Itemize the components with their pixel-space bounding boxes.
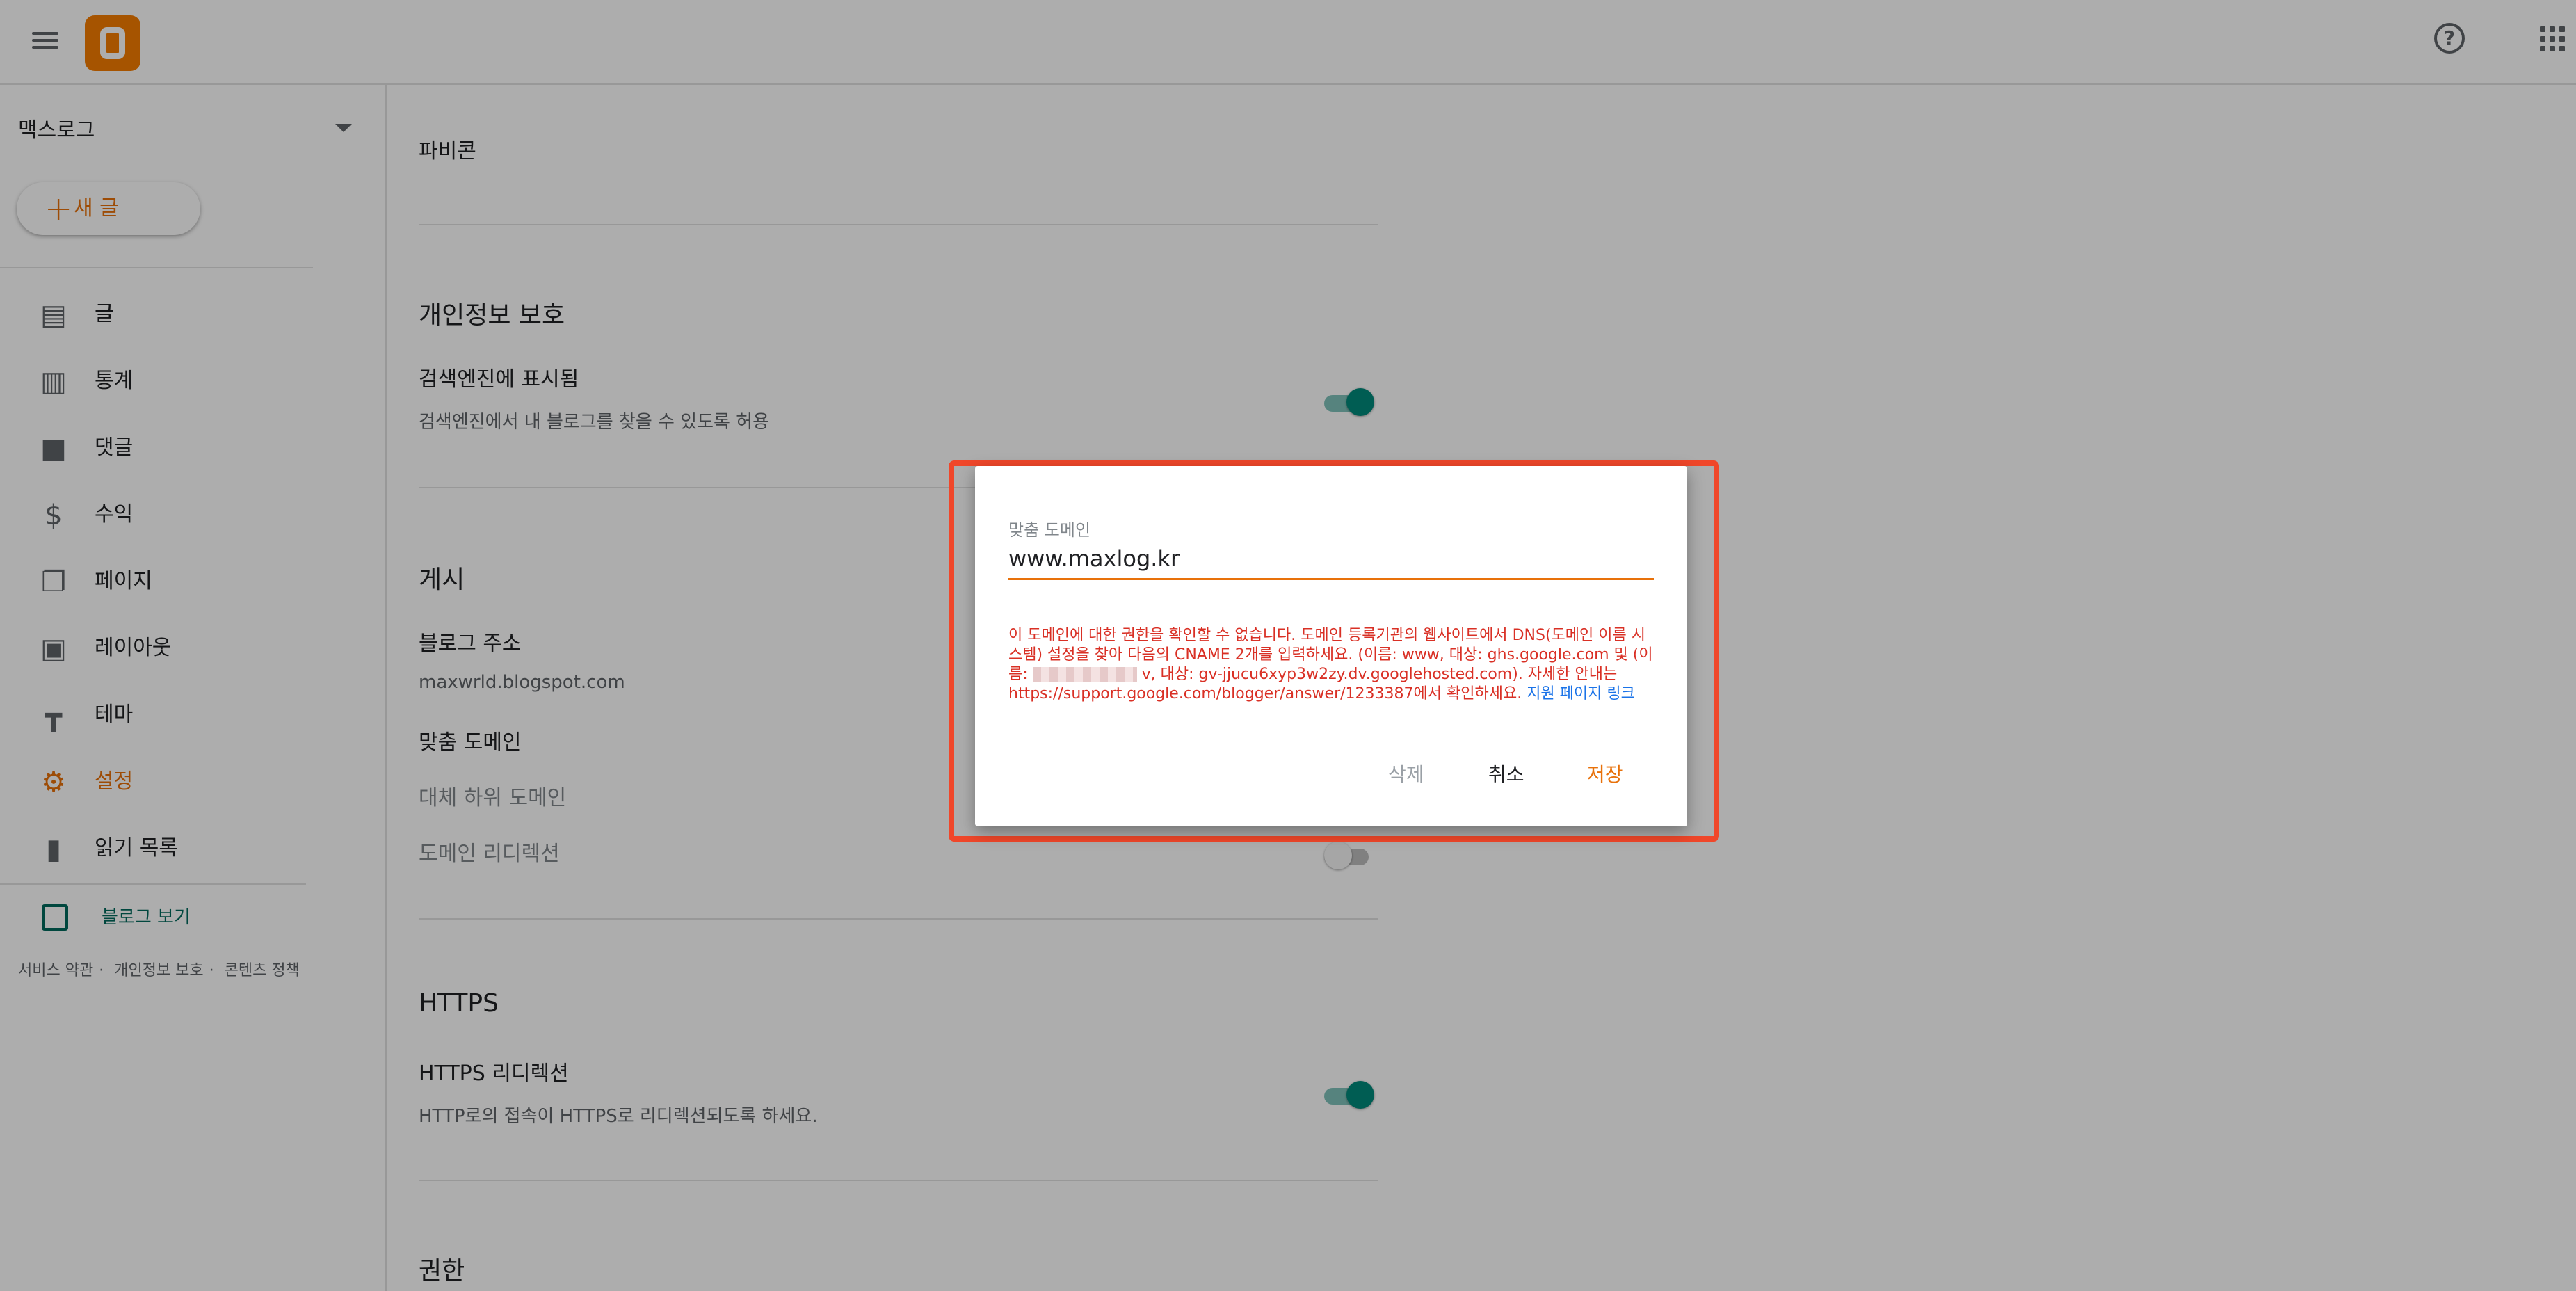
delete-button[interactable]: 삭제 bbox=[1377, 754, 1435, 796]
save-button[interactable]: 저장 bbox=[1576, 754, 1634, 796]
custom-domain-label: 맞춤 도메인 bbox=[1008, 520, 1091, 540]
custom-domain-input[interactable]: www.maxlog.kr bbox=[1008, 545, 1654, 580]
support-page-link[interactable]: 지원 페이지 링크 bbox=[1527, 685, 1635, 703]
redacted-block bbox=[1032, 667, 1137, 682]
cancel-button[interactable]: 취소 bbox=[1477, 754, 1536, 796]
custom-domain-dialog: 맞춤 도메인 www.maxlog.kr 이 도메인에 대한 권한을 확인할 수… bbox=[975, 466, 1687, 826]
domain-error-message: 이 도메인에 대한 권한을 확인할 수 없습니다. 도메인 등록기관의 웹사이트… bbox=[1008, 626, 1655, 704]
